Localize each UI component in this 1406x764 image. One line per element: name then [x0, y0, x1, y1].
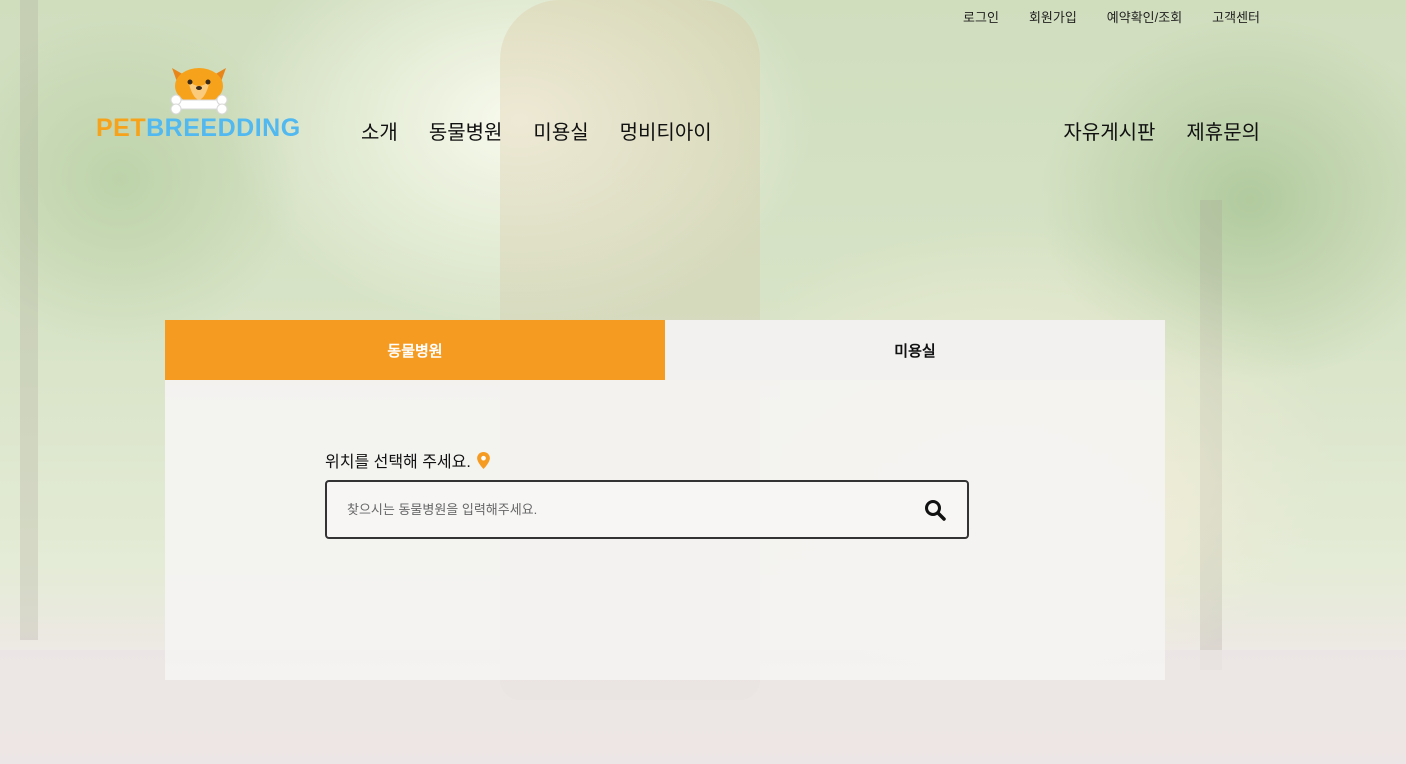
logo-wordmark: PETBREEDDING — [96, 114, 301, 143]
location-label: 위치를 선택해 주세요. — [325, 448, 490, 472]
tab-animal-hospital[interactable]: 동물병원 — [165, 320, 665, 380]
nav-partnership[interactable]: 제휴문의 — [1186, 116, 1260, 145]
nav-animal-hospital[interactable]: 동물병원 — [429, 116, 503, 145]
search-button[interactable] — [903, 482, 967, 537]
signup-link[interactable]: 회원가입 — [1029, 7, 1077, 26]
nav-mbti[interactable]: 멍비티아이 — [620, 116, 712, 145]
utility-nav: 로그인 회원가입 예약확인/조회 고객센터 — [963, 7, 1260, 26]
nav-free-board[interactable]: 자유게시판 — [1063, 116, 1155, 145]
tab-grooming-salon[interactable]: 미용실 — [665, 320, 1165, 380]
reservation-check-link[interactable]: 예약확인/조회 — [1107, 7, 1182, 26]
search-icon — [925, 499, 946, 521]
map-pin-icon[interactable] — [476, 451, 490, 469]
location-label-text: 위치를 선택해 주세요. — [325, 454, 471, 471]
search-box — [325, 480, 969, 539]
login-link[interactable]: 로그인 — [963, 7, 999, 26]
search-panel: 동물병원 미용실 위치를 선택해 주세요. — [165, 320, 1165, 680]
site-logo[interactable]: PETBREEDDING — [96, 64, 308, 144]
main-nav-left: 소개 동물병원 미용실 멍비티아이 — [361, 116, 743, 145]
logo-text-breedding: BREEDDING — [146, 114, 301, 142]
search-tabs: 동물병원 미용실 — [165, 320, 1165, 380]
search-input[interactable] — [327, 482, 903, 537]
nav-intro[interactable]: 소개 — [361, 116, 398, 145]
main-nav-right: 자유게시판 제휴문의 — [1063, 116, 1260, 145]
customer-center-link[interactable]: 고객센터 — [1212, 7, 1260, 26]
logo-text-pet: PET — [96, 114, 147, 142]
nav-grooming-salon[interactable]: 미용실 — [533, 116, 588, 145]
dog-bone-icon — [170, 68, 228, 115]
